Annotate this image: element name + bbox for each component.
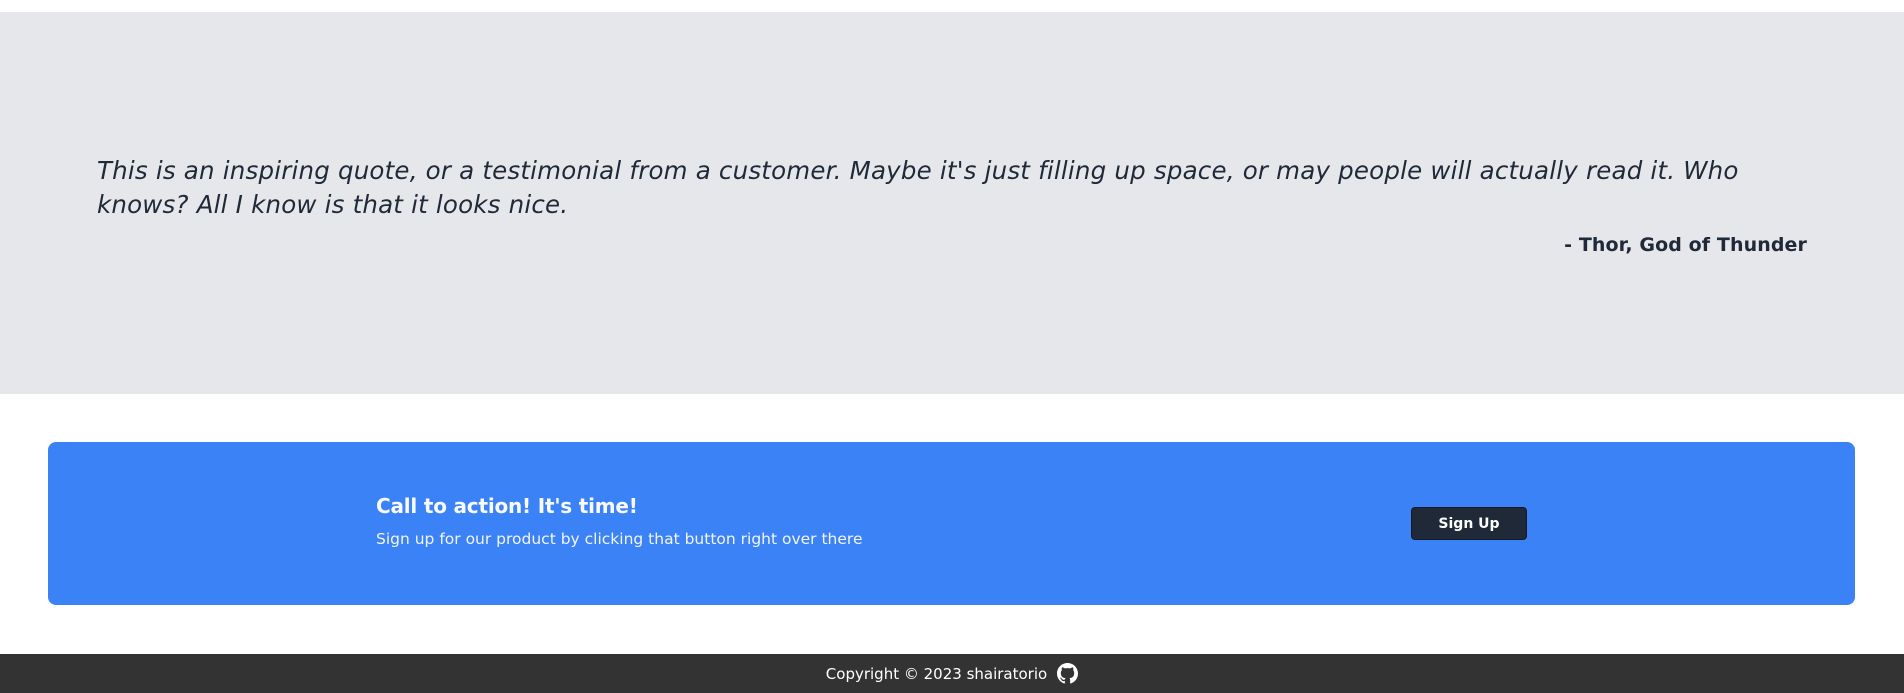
top-gap [0,0,1904,12]
cta-title: Call to action! It's time! [376,494,638,518]
cta-subtitle: Sign up for our product by clicking that… [376,530,863,548]
copyright-text: Copyright © 2023 shairatorio [825,664,1048,683]
call-to-action-section: Call to action! It's time! Sign up for o… [0,394,1904,654]
sign-up-button[interactable]: Sign Up [1411,507,1527,540]
call-to-action-card: Call to action! It's time! Sign up for o… [48,442,1855,605]
testimonial-section: This is an inspiring quote, or a testimo… [0,12,1904,394]
testimonial-author: - Thor, God of Thunder [1564,234,1807,256]
footer: Copyright © 2023 shairatorio [0,654,1904,693]
github-icon[interactable] [1057,663,1079,684]
testimonial-quote: This is an inspiring quote, or a testimo… [97,156,1739,219]
